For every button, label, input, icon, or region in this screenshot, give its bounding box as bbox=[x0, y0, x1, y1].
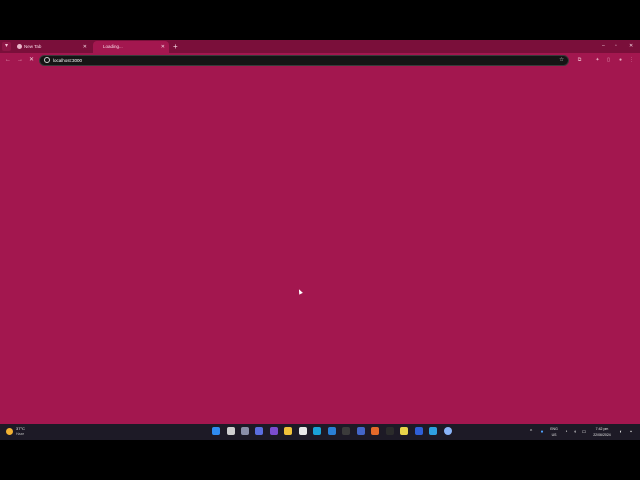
volume-icon[interactable]: ◖ bbox=[572, 429, 578, 435]
address-bar[interactable]: ☆ bbox=[39, 55, 569, 66]
tab-title: Loading... bbox=[103, 44, 123, 49]
figma-icon[interactable] bbox=[386, 427, 394, 435]
tab-loading[interactable]: Loading... ✕ bbox=[93, 41, 169, 53]
minimize-icon[interactable]: – bbox=[602, 40, 605, 53]
store-icon[interactable] bbox=[299, 427, 307, 435]
widgets-icon[interactable] bbox=[255, 427, 263, 435]
windows-start-icon[interactable] bbox=[212, 427, 220, 435]
weather-description[interactable]: Haze bbox=[16, 432, 24, 436]
back-icon[interactable]: ← bbox=[5, 54, 11, 67]
menu-icon[interactable]: ⋮ bbox=[628, 56, 635, 64]
tab-new-tab[interactable]: New Tab ✕ bbox=[13, 41, 91, 53]
forward-icon[interactable]: → bbox=[17, 54, 23, 67]
stop-loading-icon[interactable]: ✕ bbox=[29, 54, 34, 67]
battery-icon[interactable]: ▭ bbox=[581, 429, 587, 435]
tool-icon[interactable] bbox=[429, 427, 437, 435]
browser-toolbar: ← → ✕ ☆ ⧉ ✦ ▯ ● ⋮ bbox=[0, 53, 640, 68]
search-icon[interactable] bbox=[227, 427, 235, 435]
puzzle-icon[interactable]: ✦ bbox=[594, 56, 601, 64]
url-input[interactable] bbox=[53, 56, 453, 65]
extension-icon[interactable]: ⧉ bbox=[576, 56, 583, 64]
wifi-icon[interactable]: ◔ bbox=[563, 429, 569, 435]
tab-search-button[interactable]: ▾ bbox=[2, 42, 11, 51]
chrome-icon bbox=[17, 44, 22, 49]
vscode-icon[interactable] bbox=[415, 427, 423, 435]
mouse-cursor bbox=[297, 288, 303, 295]
edge-icon[interactable] bbox=[313, 427, 321, 435]
weather-sun-icon[interactable] bbox=[6, 428, 13, 435]
new-tab-button[interactable]: + bbox=[173, 41, 178, 52]
language-region[interactable]: US bbox=[547, 433, 561, 437]
browser-window: ▾ New Tab ✕ Loading... ✕ + – ▫ ✕ ← → ✕ ☆… bbox=[0, 40, 640, 440]
notification-bell-icon[interactable]: ◐ bbox=[618, 429, 624, 435]
chrome-icon[interactable] bbox=[328, 427, 336, 435]
windows-taskbar: 37°C Haze ^ ● ENG US ◔ ◖ ▭ 7:42 pm 22/06… bbox=[0, 424, 640, 440]
photoshop-icon[interactable] bbox=[400, 427, 408, 435]
profile-icon[interactable]: ● bbox=[617, 56, 624, 64]
notification-icon[interactable]: ▪ bbox=[628, 429, 634, 435]
settings-icon[interactable] bbox=[357, 427, 365, 435]
clock-date[interactable]: 22/06/2024 bbox=[588, 433, 616, 437]
tab-title: New Tab bbox=[24, 44, 42, 49]
notepad-icon[interactable] bbox=[371, 427, 379, 435]
bookmark-star-icon[interactable]: ☆ bbox=[559, 56, 564, 65]
sidepanel-icon[interactable]: ▯ bbox=[605, 56, 612, 64]
terminal-icon[interactable] bbox=[342, 427, 350, 435]
visual-studio-icon[interactable] bbox=[270, 427, 278, 435]
language-indicator[interactable]: ENG bbox=[547, 427, 561, 431]
site-info-icon[interactable] bbox=[44, 57, 50, 63]
chevron-up-icon[interactable]: ^ bbox=[528, 429, 534, 435]
app-tray-icon[interactable]: ● bbox=[539, 429, 545, 435]
file-explorer-icon[interactable] bbox=[284, 427, 292, 435]
tab-strip: ▾ New Tab ✕ Loading... ✕ + – ▫ ✕ bbox=[0, 40, 640, 53]
close-window-icon[interactable]: ✕ bbox=[629, 40, 633, 53]
clock-time[interactable]: 7:42 pm bbox=[588, 427, 616, 431]
close-icon[interactable]: ✕ bbox=[83, 41, 87, 53]
weather-temperature[interactable]: 37°C bbox=[16, 426, 25, 431]
maximize-icon[interactable]: ▫ bbox=[615, 40, 617, 53]
close-icon[interactable]: ✕ bbox=[161, 41, 165, 53]
chrome-active-icon[interactable] bbox=[444, 427, 452, 435]
task-view-icon[interactable] bbox=[241, 427, 249, 435]
